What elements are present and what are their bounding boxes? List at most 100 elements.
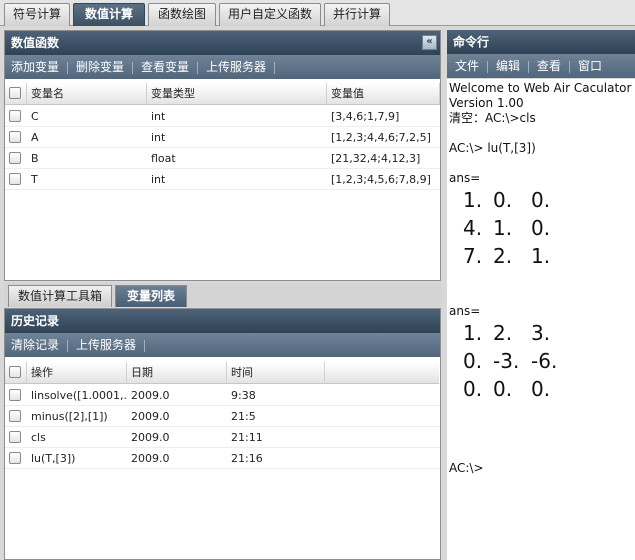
matrix-cell: 0. xyxy=(493,377,513,401)
table-row[interactable]: cls 2009.0 21:11 xyxy=(5,427,440,448)
command-prompt[interactable]: AC:\> xyxy=(449,461,635,476)
select-all-checkbox[interactable] xyxy=(9,87,21,99)
matrix-cell: 1. xyxy=(463,188,483,212)
row-checkbox[interactable] xyxy=(9,152,21,164)
upload-server-button[interactable]: 上传服务器 xyxy=(200,55,272,79)
clear-hint-line: 清空：AC:\>cls xyxy=(449,111,536,125)
row-checkbox[interactable] xyxy=(9,131,21,143)
variable-type-cell: int xyxy=(151,131,166,144)
toolbar-separator xyxy=(67,339,69,352)
collapse-icon[interactable]: « xyxy=(422,35,437,50)
history-panel: 历史记录 清除记录 上传服务器 操作 日期 时间 linsolve([1.0001… xyxy=(4,308,441,560)
date-cell: 2009.0 xyxy=(131,389,170,402)
matrix-cell: 0. xyxy=(463,377,483,401)
table-row[interactable]: A int [1,2,3;4,4,6;7,2,5] xyxy=(5,127,440,148)
history-table-header: 操作 日期 时间 xyxy=(5,362,439,384)
matrix-cell: 1. xyxy=(531,244,551,268)
time-cell: 21:5 xyxy=(231,410,256,423)
tab-variable-list[interactable]: 变量列表 xyxy=(115,285,187,307)
numeric-panel-title-text: 数值函数 xyxy=(11,36,60,50)
tab-symbolic[interactable]: 符号计算 xyxy=(4,3,70,26)
toolbar-separator xyxy=(132,61,134,74)
table-row[interactable]: B float [21,32,4;4,12,3] xyxy=(5,148,440,169)
row-checkbox[interactable] xyxy=(9,431,21,443)
select-all-checkbox[interactable] xyxy=(9,366,21,378)
tab-parallel[interactable]: 并行计算 xyxy=(324,3,390,26)
menu-file[interactable]: 文件 xyxy=(449,54,485,78)
variable-value-cell: [1,2,3;4,4,6;7,2,5] xyxy=(331,131,431,144)
column-header-type[interactable]: 变量类型 xyxy=(147,83,327,105)
command-console[interactable]: Welcome to Web Air Caculator Version 1.0… xyxy=(447,79,635,560)
time-cell: 21:16 xyxy=(231,452,263,465)
view-variable-button[interactable]: 查看变量 xyxy=(135,55,195,79)
operation-cell: linsolve([1.0001,... xyxy=(31,389,127,402)
operation-cell: minus([2],[1]) xyxy=(31,410,108,423)
matrix-row: 7. 2. 1. xyxy=(463,242,635,270)
toolbar-separator xyxy=(67,61,69,74)
table-row[interactable]: minus([2],[1]) 2009.0 21:5 xyxy=(5,406,440,427)
delete-variable-button[interactable]: 删除变量 xyxy=(70,55,130,79)
column-header-name[interactable]: 变量名 xyxy=(27,83,147,105)
matrix-cell: 2. xyxy=(493,321,513,345)
matrix-row: 1. 2. 3. xyxy=(463,319,635,347)
table-row[interactable]: lu(T,[3]) 2009.0 21:16 xyxy=(5,448,440,469)
tab-numeric[interactable]: 数值计算 xyxy=(73,3,145,26)
row-checkbox[interactable] xyxy=(9,389,21,401)
history-panel-title: 历史记录 xyxy=(5,309,440,333)
table-row[interactable]: T int [1,2,3;4,5,6;7,8,9] xyxy=(5,169,440,190)
matrix-cell: 3. xyxy=(531,321,551,345)
welcome-line: Welcome to Web Air Caculator xyxy=(449,81,632,95)
numeric-toolbar: 添加变量 删除变量 查看变量 上传服务器 xyxy=(5,55,440,79)
variables-table-header: 变量名 变量类型 变量值 xyxy=(5,83,440,105)
variable-type-cell: int xyxy=(151,110,166,123)
menu-view[interactable]: 查看 xyxy=(531,54,567,78)
column-header-operation[interactable]: 操作 xyxy=(27,362,127,384)
numeric-functions-panel: 数值函数 « 添加变量 删除变量 查看变量 上传服务器 变量名 变量类型 变量值 C … xyxy=(4,30,441,281)
menu-separator xyxy=(569,60,571,73)
matrix-cell: 1. xyxy=(493,216,513,240)
matrix-cell: -6. xyxy=(531,349,558,373)
toolbar-separator xyxy=(144,339,146,352)
matrix-row: 4. 1. 0. xyxy=(463,214,635,242)
variable-value-cell: [21,32,4;4,12,3] xyxy=(331,152,421,165)
matrix-cell: 0. xyxy=(531,216,551,240)
table-row[interactable]: C int [3,4,6;1,7,9] xyxy=(5,106,440,127)
table-row[interactable]: linsolve([1.0001,... 2009.0 9:38 xyxy=(5,385,440,406)
row-checkbox[interactable] xyxy=(9,173,21,185)
add-variable-button[interactable]: 添加变量 xyxy=(5,55,65,79)
header-checkbox-cell xyxy=(5,83,27,105)
row-checkbox[interactable] xyxy=(9,410,21,422)
toolbar-separator xyxy=(197,61,199,74)
result-matrix-2: 1. 2. 3. 0. -3. -6. 0. 0. 0. xyxy=(449,319,635,403)
clear-history-button[interactable]: 清除记录 xyxy=(5,333,65,357)
command-menu-bar: 文件 编辑 查看 窗口 xyxy=(447,54,635,78)
tab-user-functions[interactable]: 用户自定义函数 xyxy=(219,3,321,26)
variable-name-cell: A xyxy=(31,131,39,144)
menu-window[interactable]: 窗口 xyxy=(572,54,608,78)
column-header-value[interactable]: 变量值 xyxy=(327,83,440,105)
upload-history-button[interactable]: 上传服务器 xyxy=(70,333,142,357)
row-checkbox[interactable] xyxy=(9,452,21,464)
matrix-cell: 0. xyxy=(531,188,551,212)
matrix-cell: 0. xyxy=(493,188,513,212)
column-header-date[interactable]: 日期 xyxy=(127,362,227,384)
tab-numeric-toolbox[interactable]: 数值计算工具箱 xyxy=(8,285,112,307)
row-checkbox[interactable] xyxy=(9,110,21,122)
header-checkbox-cell xyxy=(5,362,27,384)
variable-name-cell: C xyxy=(31,110,39,123)
date-cell: 2009.0 xyxy=(131,452,170,465)
tab-plotting[interactable]: 函数绘图 xyxy=(148,3,216,26)
variable-type-cell: float xyxy=(151,152,176,165)
column-header-empty xyxy=(325,362,439,384)
variable-value-cell: [3,4,6;1,7,9] xyxy=(331,110,400,123)
menu-edit[interactable]: 编辑 xyxy=(490,54,526,78)
column-header-time[interactable]: 时间 xyxy=(227,362,325,384)
matrix-cell: 2. xyxy=(493,244,513,268)
operation-cell: lu(T,[3]) xyxy=(31,452,76,465)
matrix-row: 0. 0. 0. xyxy=(463,375,635,403)
date-cell: 2009.0 xyxy=(131,410,170,423)
toolbar-separator xyxy=(274,61,276,74)
ans-label: ans= xyxy=(449,304,481,318)
